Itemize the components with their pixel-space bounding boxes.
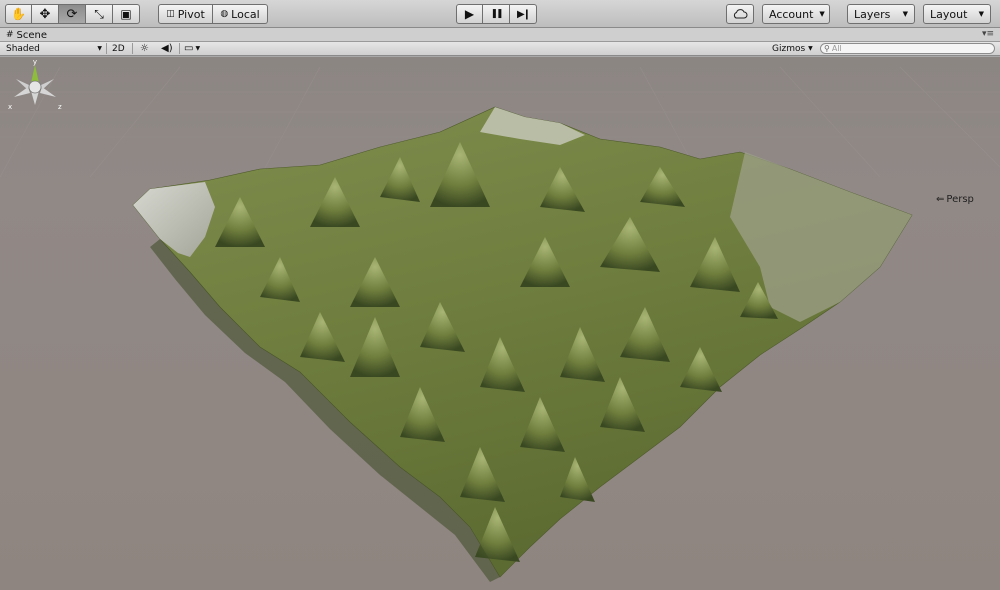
persp-label: Persp: [946, 194, 974, 205]
scene-tab-strip: # Scene ▾≡: [0, 28, 1000, 42]
audio-toggle[interactable]: ◀): [161, 42, 173, 55]
pivot-label: Pivot: [177, 7, 205, 21]
chevron-down-icon: ▼: [819, 10, 825, 18]
rect-tool-button[interactable]: ▣: [113, 4, 140, 24]
divider: [106, 43, 107, 54]
image-icon: ▭: [184, 43, 194, 54]
cloud-services-button[interactable]: [726, 4, 754, 24]
globe-icon: ◍: [220, 9, 229, 19]
gizmo-z-label: z: [58, 103, 62, 111]
divider: [179, 43, 180, 54]
gizmo-center[interactable]: [28, 80, 42, 94]
gizmo-neg-z-axis[interactable]: [16, 79, 29, 90]
playback-controls: ▶ ❚❚ ▶❙: [456, 4, 537, 24]
divider: [132, 43, 133, 54]
transform-tools: ✋ ✥ ⟳ ⤡ ▣: [5, 4, 140, 24]
pivot-icon: ◫: [166, 9, 175, 19]
gizmo-x-label: x: [8, 103, 12, 111]
chevron-down-icon: ▼: [195, 45, 201, 52]
layout-dropdown[interactable]: Layout ▼: [923, 4, 991, 24]
gizmo-y-axis[interactable]: [31, 65, 39, 83]
pause-icon: ❚❚: [490, 9, 503, 19]
chevron-down-icon: ▼: [902, 10, 908, 18]
rotate-icon: ⟳: [66, 6, 78, 22]
tab-scene[interactable]: # Scene: [2, 28, 51, 42]
gizmos-dropdown[interactable]: Gizmos ▼: [772, 42, 813, 55]
play-button[interactable]: ▶: [456, 4, 483, 24]
scale-icon: ⤡: [94, 6, 104, 21]
cloud-icon: [733, 9, 748, 19]
gizmo-y-label: y: [33, 58, 37, 66]
move-tool-button[interactable]: ✥: [32, 4, 59, 24]
pivot-button[interactable]: ◫ Pivot: [158, 4, 213, 24]
local-label: Local: [231, 7, 260, 21]
toggle-2d-label: 2D: [112, 43, 125, 54]
step-icon: ▶❙: [516, 8, 531, 20]
move-icon: ✥: [39, 6, 51, 22]
search-icon: ⚲: [824, 44, 830, 53]
speaker-icon: ◀): [161, 43, 173, 54]
search-input[interactable]: [831, 44, 982, 53]
sun-icon: ☼: [140, 43, 149, 54]
local-button[interactable]: ◍ Local: [213, 4, 268, 24]
effects-dropdown[interactable]: ▭ ▼: [184, 42, 200, 55]
rect-tool-icon: ▣: [120, 7, 132, 21]
persp-arrow-icon: ⇐: [936, 194, 945, 205]
rotate-tool-button[interactable]: ⟳: [59, 4, 86, 24]
scene-viewport[interactable]: y x z ⇐ Persp: [0, 57, 1000, 590]
tab-menu-icon[interactable]: ▾≡: [982, 29, 994, 39]
layers-label: Layers: [854, 7, 891, 21]
pause-button[interactable]: ❚❚: [483, 4, 510, 24]
hand-icon: ✋: [11, 7, 26, 21]
gizmo-neg-x-axis[interactable]: [41, 79, 54, 90]
layers-dropdown[interactable]: Layers ▼: [847, 4, 915, 24]
step-button[interactable]: ▶❙: [510, 4, 537, 24]
play-icon: ▶: [464, 7, 475, 21]
account-dropdown[interactable]: Account ▼: [762, 4, 830, 24]
gizmos-label: Gizmos: [772, 43, 806, 54]
lighting-toggle[interactable]: ☼: [140, 42, 149, 55]
orientation-gizmo[interactable]: y x z: [0, 57, 70, 117]
hand-tool-button[interactable]: ✋: [5, 4, 32, 24]
terrain-render: [0, 57, 1000, 590]
shading-mode-label: Shaded: [6, 43, 40, 54]
account-label: Account: [769, 7, 814, 21]
scene-tab-label: Scene: [16, 29, 48, 41]
main-toolbar: ✋ ✥ ⟳ ⤡ ▣ ◫ Pivot ◍ Local ▶ ❚❚ ▶❙ Accoun…: [0, 0, 1000, 28]
scene-toolbar: Shaded ▼ 2D ☼ ◀) ▭ ▼ Gizmos ▼ ⚲: [0, 42, 1000, 56]
layout-label: Layout: [930, 7, 968, 21]
toggle-2d-button[interactable]: 2D: [112, 42, 125, 55]
shading-mode-dropdown[interactable]: Shaded ▼: [6, 42, 102, 55]
projection-toggle[interactable]: ⇐ Persp: [936, 194, 974, 205]
pivot-toggle-group: ◫ Pivot ◍ Local: [158, 4, 268, 24]
chevron-down-icon: ▼: [978, 10, 984, 18]
scene-grid-icon: #: [6, 30, 14, 40]
scene-search[interactable]: ⚲: [820, 43, 995, 54]
chevron-down-icon: ▼: [808, 45, 813, 52]
chevron-down-icon: ▼: [97, 45, 102, 52]
scale-tool-button[interactable]: ⤡: [86, 4, 113, 24]
